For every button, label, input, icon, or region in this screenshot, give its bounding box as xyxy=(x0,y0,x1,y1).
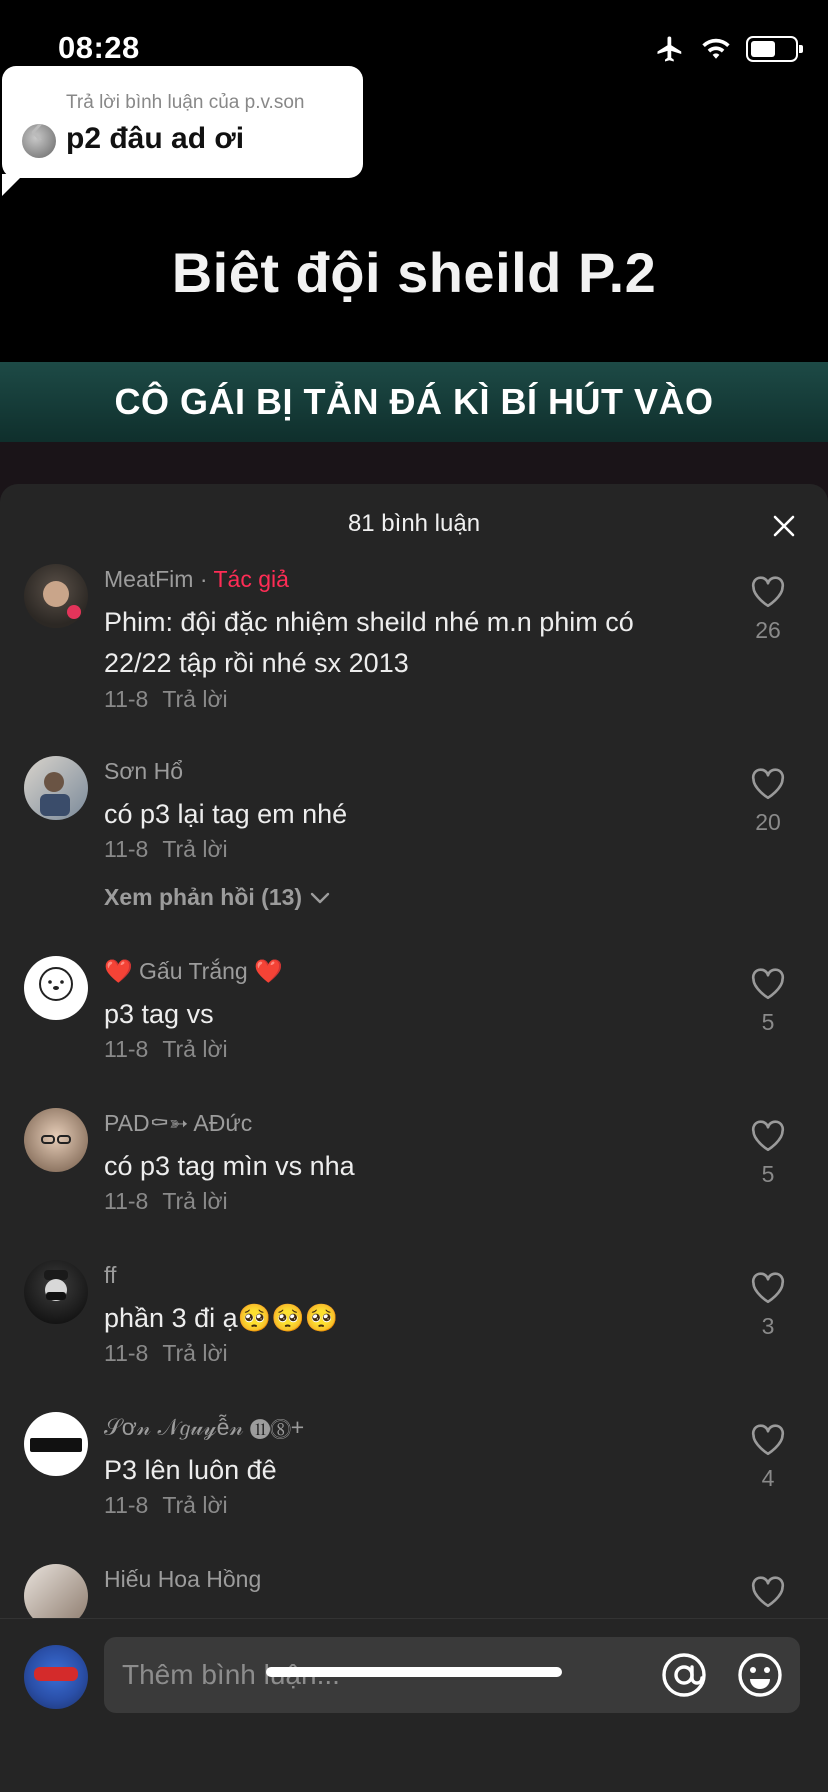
like-button[interactable]: 4 xyxy=(738,1424,798,1492)
back-icon[interactable]: ‹ xyxy=(30,108,43,153)
comment-username[interactable]: ❤️ Gấu Trắng ❤️ xyxy=(104,958,283,985)
comments-header: 81 bình luận xyxy=(0,484,828,564)
status-icons xyxy=(654,34,803,64)
badge-separator: · xyxy=(193,566,214,592)
like-button[interactable]: 3 xyxy=(738,1272,798,1340)
close-button[interactable] xyxy=(766,508,802,544)
reply-button[interactable]: Trả lời xyxy=(162,1188,227,1214)
reply-button[interactable]: Trả lời xyxy=(162,686,227,712)
avatar[interactable] xyxy=(24,564,88,628)
comment-meta: 11-8 Trả lời xyxy=(104,1036,228,1063)
comment-input-bar: Thêm bình luận... xyxy=(0,1618,828,1792)
status-time: 08:28 xyxy=(58,30,140,65)
comment-date: 11-8 xyxy=(104,686,149,712)
my-avatar xyxy=(24,1645,88,1709)
avatar[interactable] xyxy=(24,1108,88,1172)
close-icon xyxy=(773,515,795,537)
comment-username[interactable]: MeatFim · Tác giả xyxy=(104,566,289,593)
video-banner: CÔ GÁI BỊ TẢN ĐÁ KÌ BÍ HÚT VÀO xyxy=(0,362,828,442)
comment-username-text[interactable]: MeatFim xyxy=(104,566,193,592)
chevron-down-icon xyxy=(310,892,330,903)
comment-date: 11-8 xyxy=(104,1492,149,1518)
heart-icon xyxy=(751,1272,785,1304)
reply-button[interactable]: Trả lời xyxy=(162,1492,227,1518)
comments-sheet: 81 bình luận MeatFim · Tác giả Phim: đội… xyxy=(0,484,828,1792)
like-button[interactable]: 20 xyxy=(738,768,798,836)
status-bar: 08:28 xyxy=(0,0,828,90)
comment-date: 11-8 xyxy=(104,1340,149,1366)
reply-sticker-label: Trả lời bình luận của p.v.son xyxy=(66,92,305,113)
reply-button[interactable]: Trả lời xyxy=(162,1340,227,1366)
comment-text: phần 3 đi ạ🥺🥺🥺 xyxy=(104,1303,339,1333)
avatar[interactable] xyxy=(24,1412,88,1476)
comment-username[interactable]: 𝒮ơ𝓃 𝒩𝑔𝓊𝓎ễ𝓃 ⓫⓼+ xyxy=(104,1414,304,1441)
comment-text: có p3 tag mìn vs nha xyxy=(104,1151,355,1181)
comment-text: p3 tag vs xyxy=(104,999,214,1029)
comment-date: 11-8 xyxy=(104,1188,149,1214)
heart-icon xyxy=(751,1576,785,1608)
mention-button[interactable] xyxy=(660,1651,708,1699)
view-replies-label[interactable]: Xem phản hồi (13) xyxy=(104,884,302,911)
battery-nub xyxy=(799,45,803,53)
video-banner-text: CÔ GÁI BỊ TẢN ĐÁ KÌ BÍ HÚT VÀO xyxy=(114,381,714,422)
heart-icon xyxy=(751,1120,785,1152)
like-button[interactable]: 5 xyxy=(738,1120,798,1188)
battery-fill xyxy=(751,41,776,57)
heart-icon xyxy=(751,1424,785,1456)
like-count: 5 xyxy=(761,1009,775,1035)
like-count: 3 xyxy=(761,1313,775,1339)
comment-username[interactable]: Hiếu Hoa Hồng xyxy=(104,1566,261,1593)
comment-date: 11-8 xyxy=(104,836,149,862)
author-badge: Tác giả xyxy=(213,566,289,592)
airplane-icon xyxy=(657,36,682,62)
comment-meta: 11-8 Trả lời xyxy=(104,836,228,863)
like-count: 5 xyxy=(761,1161,775,1187)
heart-icon xyxy=(751,968,785,1000)
comments-count-title: 81 bình luận xyxy=(347,510,481,537)
home-indicator[interactable] xyxy=(266,1667,562,1677)
like-count: 26 xyxy=(755,617,781,643)
comment-meta: 11-8 Trả lời xyxy=(104,1492,228,1519)
like-count: 20 xyxy=(755,809,781,835)
heart-icon xyxy=(751,576,785,608)
like-button[interactable]: 26 xyxy=(738,576,798,644)
reply-sticker-text: p2 đâu ad ơi xyxy=(66,122,245,155)
comment-text: P3 lên luôn đê xyxy=(104,1455,277,1485)
battery-icon xyxy=(746,36,803,62)
emoji-icon xyxy=(738,1653,782,1697)
avatar[interactable] xyxy=(24,756,88,820)
comment-text: Phim: đội đặc nhiệm sheild nhé m.n phim … xyxy=(104,607,634,678)
comment-username[interactable]: Sơn Hổ xyxy=(104,758,183,785)
like-button[interactable]: 5 xyxy=(738,968,798,1036)
emoji-button[interactable] xyxy=(736,1651,784,1699)
reply-button[interactable]: Trả lời xyxy=(162,1036,227,1062)
heart-icon xyxy=(751,768,785,800)
view-replies-button[interactable]: Xem phản hồi (13) xyxy=(104,884,330,911)
at-icon xyxy=(662,1653,706,1697)
reply-button[interactable]: Trả lời xyxy=(162,836,227,862)
comment-date: 11-8 xyxy=(104,1036,149,1062)
comment-meta: 11-8 Trả lời xyxy=(104,1340,228,1367)
wifi-icon xyxy=(702,38,730,59)
comment-meta: 11-8 Trả lời xyxy=(104,1188,228,1215)
video-title: Biêt đội sheild P.2 xyxy=(171,241,657,304)
like-button[interactable] xyxy=(738,1576,798,1613)
comment-username[interactable]: PAD⚰➳ AĐức xyxy=(104,1110,252,1137)
comment-meta: 11-8 Trả lời xyxy=(104,686,228,713)
comment-text: có p3 lại tag em nhé xyxy=(104,799,348,829)
avatar[interactable] xyxy=(24,1260,88,1324)
like-count: 4 xyxy=(761,1465,775,1491)
avatar[interactable] xyxy=(24,956,88,1020)
comment-username[interactable]: ff xyxy=(104,1262,116,1289)
